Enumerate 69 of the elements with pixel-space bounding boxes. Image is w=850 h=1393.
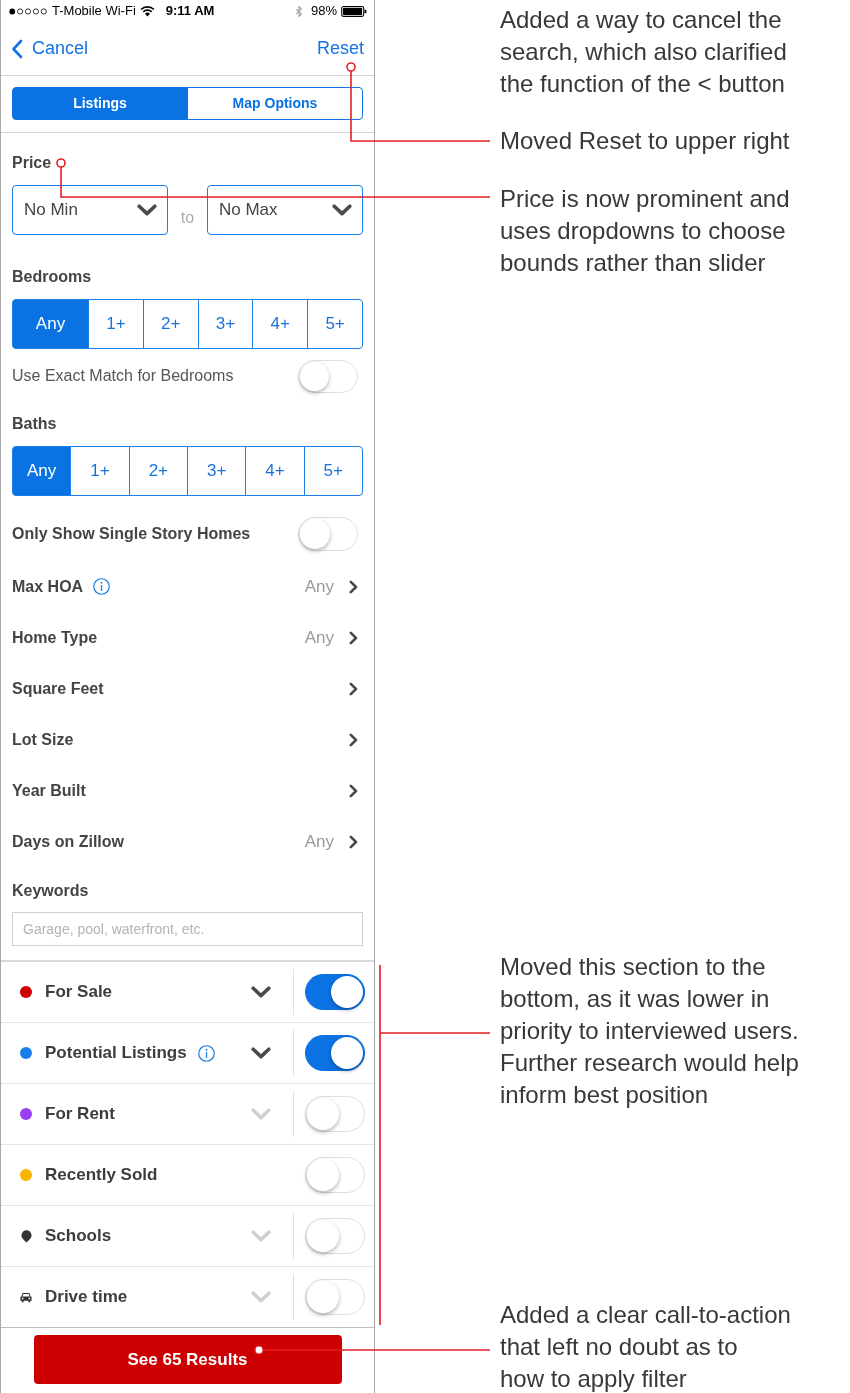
segment-option[interactable]: 3+ <box>197 299 254 349</box>
annotation-text: Moved Reset to upper right <box>500 126 791 156</box>
toggle-switch[interactable] <box>305 974 365 1010</box>
clock-time: 9:11 AM <box>165 2 215 21</box>
see-results-button[interactable]: See 65 Results <box>33 1335 342 1384</box>
chevron-down-icon <box>137 204 157 216</box>
segment-option[interactable]: 4+ <box>245 446 305 496</box>
chevron-right-icon <box>349 681 358 696</box>
filter-label: Days on Zillow <box>12 831 124 852</box>
layer-label: For Sale <box>45 981 113 1004</box>
layer-label: Potential Listings <box>45 1042 187 1065</box>
tab[interactable]: Listings <box>12 87 188 120</box>
segment-option[interactable]: Any <box>12 299 89 349</box>
segment-option[interactable]: 5+ <box>303 446 363 496</box>
info-icon[interactable] <box>93 578 111 595</box>
chevron-right-icon <box>349 834 358 849</box>
battery-percent: 98% <box>310 2 337 21</box>
segment-option[interactable]: 3+ <box>187 446 247 496</box>
segment-option[interactable]: 4+ <box>252 299 309 349</box>
range-separator: to <box>180 208 195 228</box>
layer-label: Recently Sold <box>45 1164 158 1187</box>
reset-button[interactable]: Reset <box>316 35 364 62</box>
segment-option[interactable]: 1+ <box>88 299 144 349</box>
keywords-input[interactable]: Garage, pool, waterfront, etc. <box>12 912 363 946</box>
filter-label: Square Feet <box>12 678 104 699</box>
bluetooth-icon <box>294 4 303 18</box>
chevron-down-icon <box>332 204 352 216</box>
chevron-right-icon <box>349 579 358 594</box>
annotation-text: Moved this section to the bottom, as it was lower in priority to interviewed users. Further research would help inform best position <box>500 952 800 1110</box>
signal-dots-icon <box>8 7 48 15</box>
car-icon <box>20 1291 32 1303</box>
layer-label: Drive time <box>45 1286 128 1309</box>
annotation-text: Added a clear call-to-action that left no doubt as to how to apply filter <box>500 1300 792 1393</box>
tab[interactable]: Map Options <box>187 87 363 120</box>
section-label: Bedrooms <box>12 267 93 287</box>
annotation-text: Price is now prominent and uses dropdowns to choose bounds rather than slider <box>500 184 791 278</box>
segment-option[interactable]: 5+ <box>307 299 363 349</box>
filter-value: Any <box>304 830 334 853</box>
filter-label: Year Built <box>12 780 86 801</box>
filter-label: Home Type <box>12 627 98 648</box>
segment-option[interactable]: Any <box>12 446 72 496</box>
segment-option[interactable]: 2+ <box>128 446 188 496</box>
cancel-button[interactable]: Cancel <box>11 35 89 62</box>
section-label: Price <box>12 153 53 173</box>
toggle-label: Only Show Single Story Homes <box>12 524 251 544</box>
segment-option[interactable]: 2+ <box>142 299 199 349</box>
info-icon[interactable] <box>197 1044 215 1062</box>
filter-label: Max HOA <box>12 576 84 597</box>
toggle-label: Use Exact Match for Bedrooms <box>12 366 234 386</box>
annotation-text: Added a way to cancel the search, which also clarified the function of the < button <box>500 5 788 99</box>
filter-label: Lot Size <box>12 729 74 750</box>
layer-label: Schools <box>45 1225 112 1248</box>
back-chevron-icon <box>11 38 23 59</box>
section-label: Keywords <box>12 881 90 901</box>
carrier-name: T-Mobile Wi-Fi <box>52 2 136 21</box>
chevron-right-icon <box>349 630 358 645</box>
price-dropdown[interactable]: No Max <box>207 185 363 235</box>
section-label: Baths <box>12 414 58 434</box>
map-pin-icon <box>20 1229 32 1243</box>
chevron-right-icon <box>349 732 358 747</box>
filter-value: Any <box>304 626 334 649</box>
filter-value: Any <box>304 575 334 598</box>
wifi-icon <box>139 5 155 17</box>
price-dropdown[interactable]: No Min <box>12 185 168 235</box>
layer-label: For Rent <box>45 1103 115 1126</box>
toggle-switch[interactable] <box>305 1035 365 1071</box>
chevron-right-icon <box>349 783 358 798</box>
segment-option[interactable]: 1+ <box>70 446 130 496</box>
battery-icon <box>340 5 368 17</box>
